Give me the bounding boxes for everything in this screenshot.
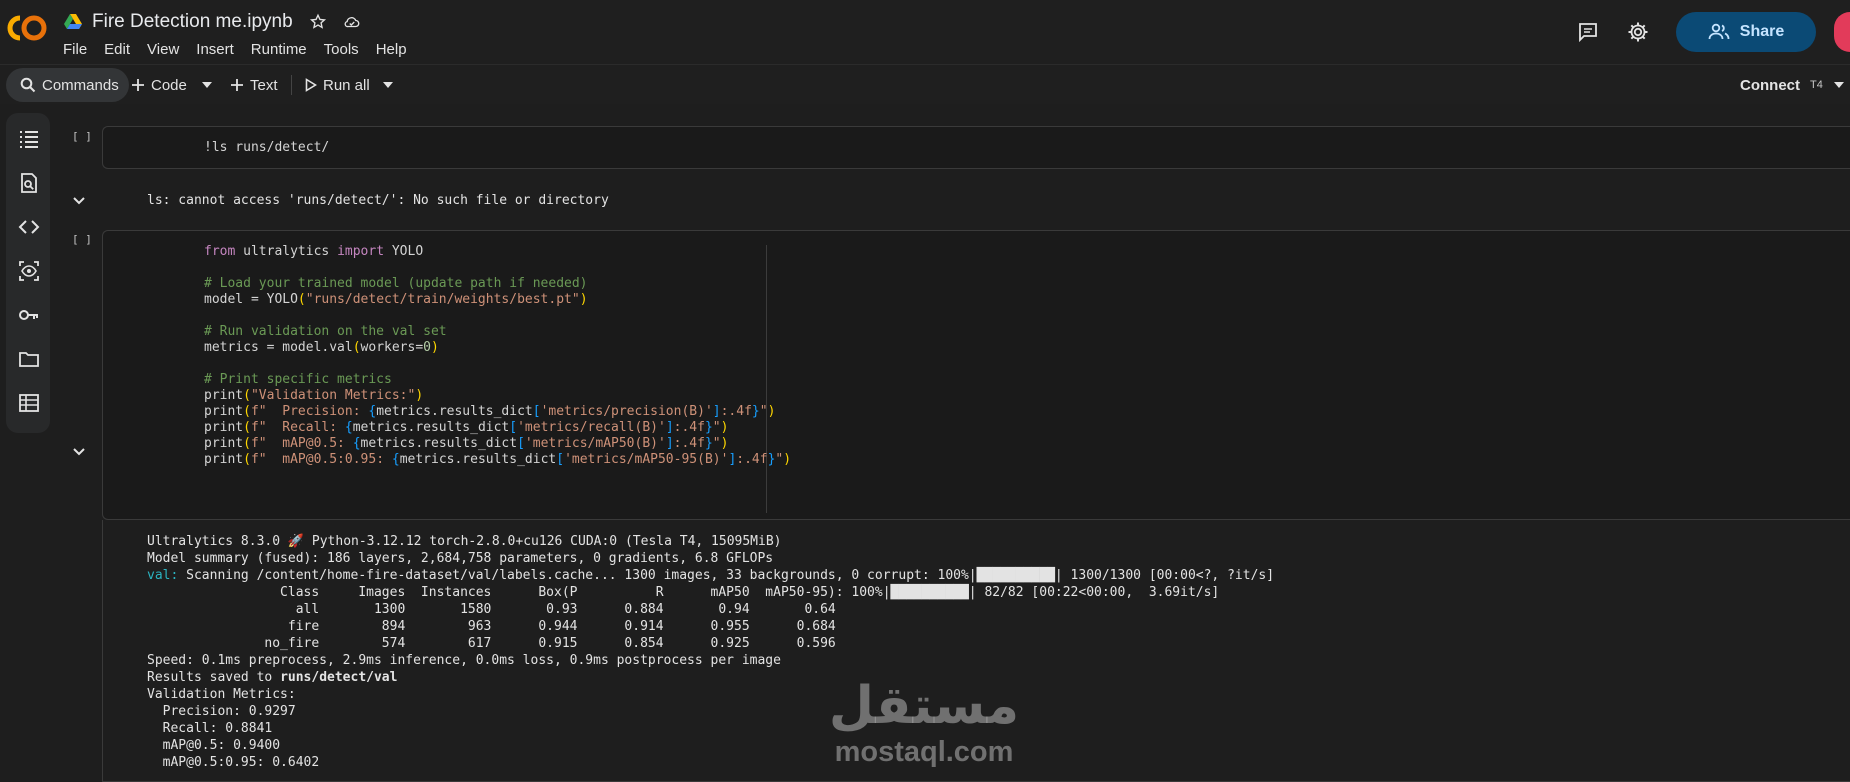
comment-icon[interactable] — [1576, 20, 1600, 44]
table-of-contents-icon[interactable] — [18, 128, 40, 150]
code-cell[interactable]: !ls runs/detect/ — [102, 126, 1850, 169]
runtime-type: T4 — [1810, 79, 1823, 91]
output-line: Ultralytics 8.3.0 🚀 Python-3.12.12 torch… — [147, 534, 782, 549]
add-text-button[interactable]: Text — [230, 65, 278, 105]
code-line: print(f" Precision: {metrics.results_dic… — [204, 404, 776, 419]
chevron-down-icon — [383, 82, 393, 88]
menu-file[interactable]: File — [63, 41, 87, 58]
table-row: fire 894 963 0.944 0.914 0.955 0.684 — [147, 619, 836, 634]
people-icon — [1708, 23, 1730, 40]
code-comment: # Load your trained model (update path i… — [204, 276, 588, 291]
side-rail — [6, 113, 50, 433]
play-icon — [305, 78, 317, 92]
code-line: metrics = model.val(workers=0) — [204, 340, 439, 355]
code-line: print(f" Recall: {metrics.results_dict['… — [204, 420, 729, 435]
avatar[interactable] — [1834, 12, 1850, 52]
saved-path: runs/detect/val — [280, 670, 398, 685]
cloud-icon[interactable] — [343, 13, 361, 31]
key-icon[interactable] — [18, 304, 40, 326]
menu-bar: File Edit View Insert Runtime Tools Help — [63, 41, 424, 58]
commands-label: Commands — [42, 76, 119, 94]
val-prefix: val: — [147, 568, 179, 583]
notebook-toolbar: Commands Code Text Run all Connect T4 — [0, 64, 1850, 104]
menu-view[interactable]: View — [147, 41, 179, 58]
saved-prefix: Results saved to — [147, 670, 281, 685]
watermark-arabic: مستقل — [828, 676, 1020, 736]
code-snippets-icon[interactable] — [18, 216, 40, 238]
app-header: Fire Detection me.ipynb File Edit View I… — [0, 0, 1850, 64]
menu-runtime[interactable]: Runtime — [251, 41, 307, 58]
val-text: Scanning /content/home-fire-dataset/val/… — [178, 568, 1275, 583]
connect-label: Connect — [1740, 76, 1800, 94]
star-icon[interactable] — [309, 13, 327, 31]
variables-inspector-icon[interactable] — [18, 260, 40, 282]
output-line: Results saved to runs/detect/val — [147, 669, 397, 686]
code-comment: # Run validation on the val set — [204, 324, 447, 339]
share-label: Share — [1739, 23, 1785, 40]
chevron-down-icon[interactable] — [71, 443, 87, 459]
code-line: model = YOLO("runs/detect/train/weights/… — [204, 292, 588, 307]
menu-insert[interactable]: Insert — [196, 41, 234, 58]
metrics-line: Recall: 0.8841 — [147, 721, 273, 736]
ruler-line — [766, 245, 767, 513]
table-row: all 1300 1580 0.93 0.884 0.94 0.64 — [147, 602, 836, 617]
share-button[interactable]: Share — [1676, 12, 1816, 52]
cell-run-button[interactable]: [ ] — [72, 130, 92, 143]
connect-button[interactable]: Connect T4 — [1740, 65, 1823, 105]
connect-dropdown[interactable] — [1834, 65, 1850, 105]
code-cell[interactable]: from ultralytics import YOLO # Load your… — [102, 230, 1850, 520]
header-actions: Share — [1576, 12, 1850, 52]
code-line: print(f" mAP@0.5: {metrics.results_dict[… — [204, 436, 729, 451]
output-line: ls: cannot access 'runs/detect/': No suc… — [147, 193, 609, 208]
code-label: Code — [151, 76, 187, 94]
code-line: from ultralytics import YOLO — [204, 244, 424, 259]
cell-run-button[interactable]: [ ] — [72, 233, 92, 246]
commands-button[interactable]: Commands — [6, 68, 129, 102]
code-dropdown[interactable] — [202, 65, 218, 105]
find-replace-icon[interactable] — [18, 172, 40, 194]
output-line: Speed: 0.1ms preprocess, 2.9ms inference… — [147, 653, 781, 668]
code-line: print("Validation Metrics:") — [204, 388, 424, 403]
watermark: مستقل mostaql.com — [818, 680, 1030, 769]
table-row: no_fire 574 617 0.915 0.854 0.925 0.596 — [147, 636, 836, 651]
drive-icon[interactable] — [64, 14, 82, 30]
data-table-icon[interactable] — [18, 392, 40, 414]
menu-edit[interactable]: Edit — [104, 41, 130, 58]
code-comment: # Print specific metrics — [204, 372, 392, 387]
gear-icon[interactable] — [1626, 20, 1650, 44]
search-icon — [20, 77, 36, 93]
plus-icon — [132, 79, 144, 91]
run-all-button[interactable]: Run all — [305, 65, 370, 105]
metrics-line: Precision: 0.9297 — [147, 704, 296, 719]
menu-tools[interactable]: Tools — [324, 41, 359, 58]
output-line: Model summary (fused): 186 layers, 2,684… — [147, 551, 774, 566]
menu-help[interactable]: Help — [376, 41, 407, 58]
notebook-title[interactable]: Fire Detection me.ipynb — [92, 11, 293, 33]
code-line: print(f" mAP@0.5:0.95: {metrics.results_… — [204, 452, 792, 467]
colab-logo[interactable] — [6, 12, 48, 44]
chevron-down-icon[interactable] — [71, 192, 87, 208]
add-code-button[interactable]: Code — [131, 65, 187, 105]
metrics-line: mAP@0.5: 0.9400 — [147, 738, 281, 753]
table-header: Class Images Instances Box(P R mAP50 mAP… — [147, 585, 1220, 600]
text-label: Text — [250, 76, 278, 94]
toolbar-divider — [291, 75, 292, 95]
watermark-latin: mostaql.com — [834, 736, 1014, 768]
metrics-line: mAP@0.5:0.95: 0.6402 — [147, 755, 320, 770]
chevron-down-icon — [202, 82, 212, 88]
plus-icon — [231, 79, 243, 91]
run-all-dropdown[interactable] — [383, 65, 399, 105]
output-line: val: Scanning /content/home-fire-dataset… — [147, 567, 1274, 584]
metrics-line: Validation Metrics: — [147, 687, 296, 702]
folder-icon[interactable] — [18, 348, 40, 370]
title-row: Fire Detection me.ipynb — [64, 10, 361, 34]
chevron-down-icon — [1834, 82, 1844, 88]
run-all-label: Run all — [323, 76, 370, 94]
code-line: !ls runs/detect/ — [204, 140, 330, 155]
